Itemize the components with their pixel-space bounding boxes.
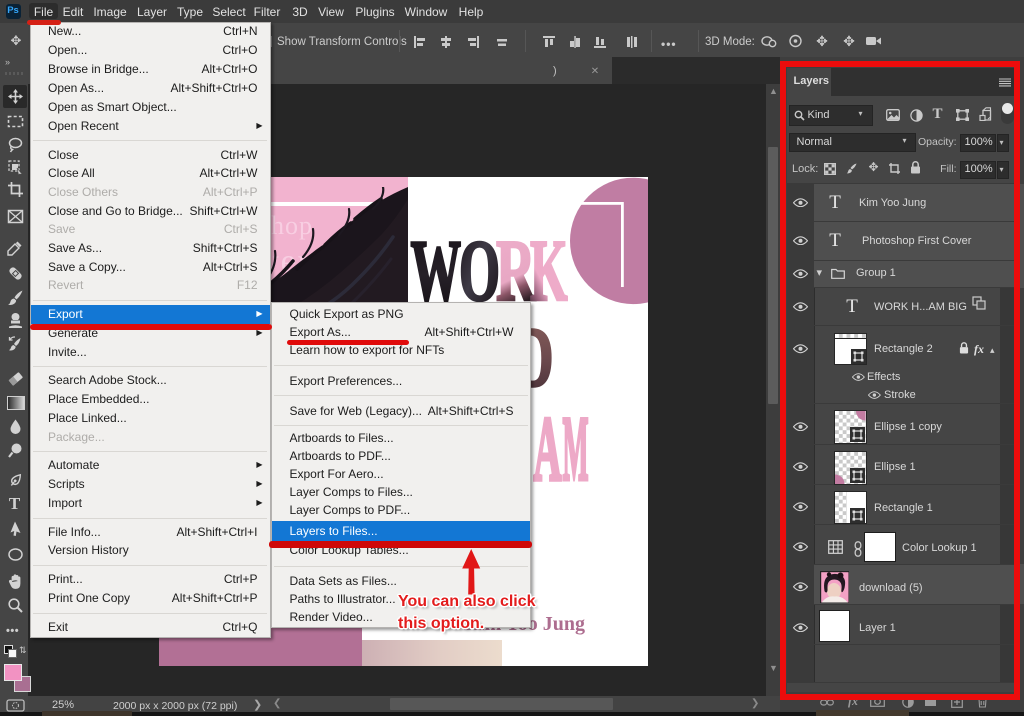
svg-text:A: A [533,398,561,500]
svg-text:M: M [562,397,588,500]
svg-text:K: K [530,223,568,320]
